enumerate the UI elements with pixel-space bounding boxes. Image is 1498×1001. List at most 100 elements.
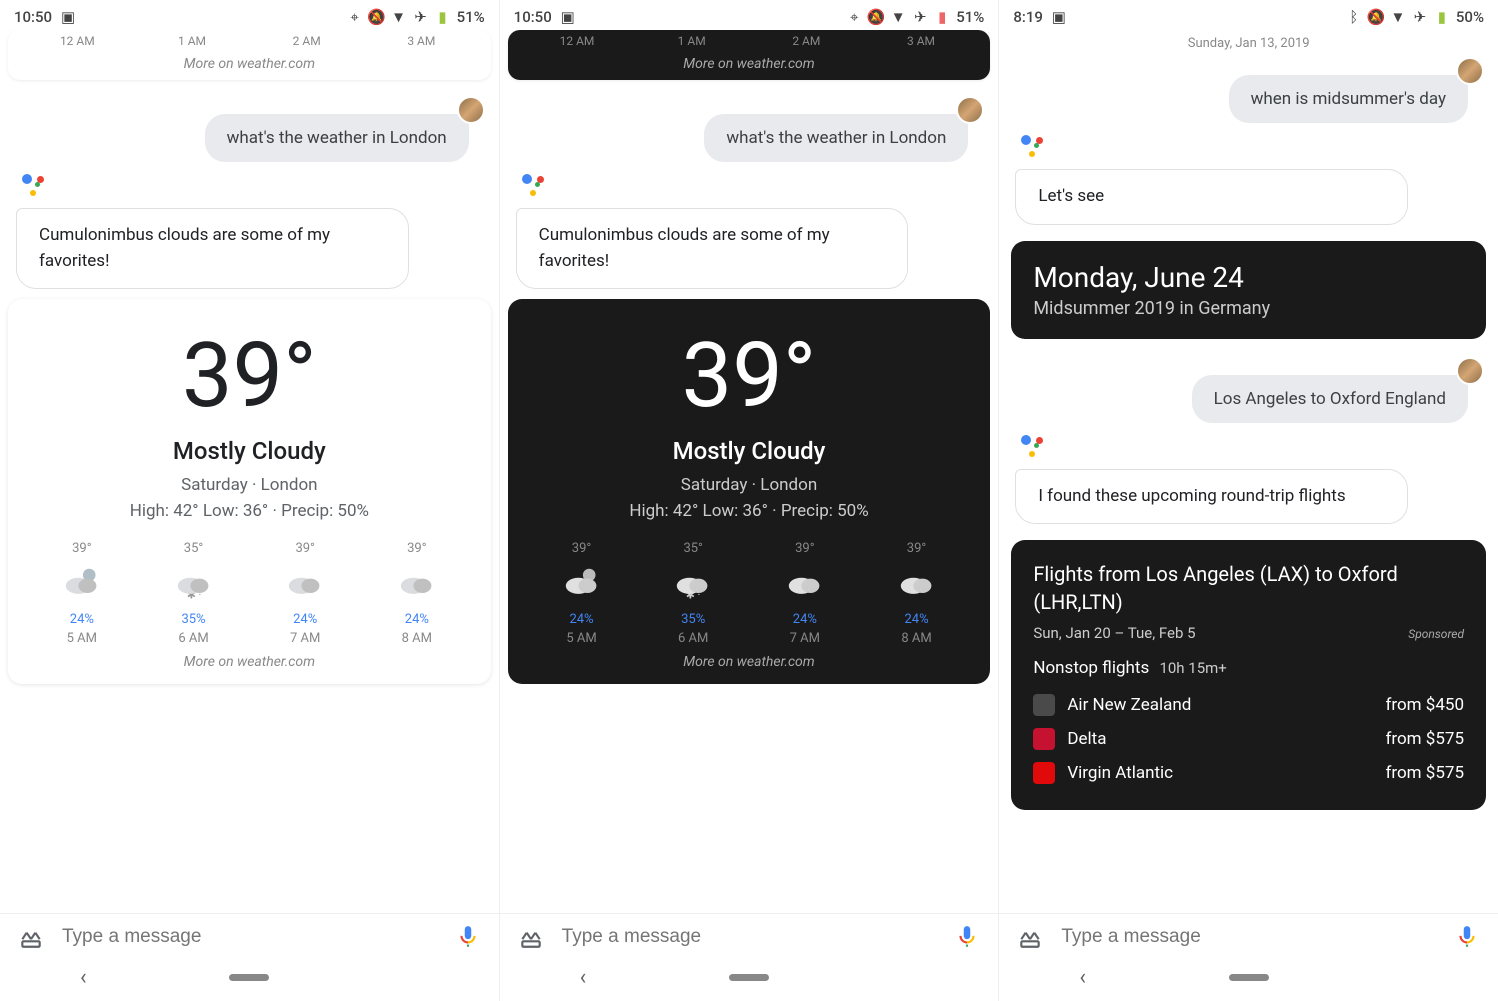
weather-card-top[interactable]: 12 AM 1 AM 2 AM 3 AM More on weather.com: [508, 30, 991, 80]
hourly-slot: 39°24%8 AM: [361, 541, 473, 646]
weather-card-top[interactable]: 12 AM 1 AM 2 AM 3 AM More on weather.com: [8, 30, 491, 80]
keyboard-icon[interactable]: [1017, 924, 1043, 950]
nav-bar: ‹: [0, 960, 499, 1001]
avatar[interactable]: [1456, 357, 1484, 385]
user-message: Los Angeles to Oxford England: [1192, 375, 1468, 423]
wifi-icon: ▼: [890, 9, 906, 25]
flight-row[interactable]: Virgin Atlanticfrom $575: [1033, 756, 1464, 790]
condition: Mostly Cloudy: [26, 437, 473, 465]
airline-name: Air New Zealand: [1067, 695, 1385, 715]
user-message: what's the weather in London: [205, 114, 469, 162]
flights-title: Flights from Los Angeles (LAX) to Oxford…: [1033, 560, 1464, 616]
more-link[interactable]: More on weather.com: [20, 56, 479, 72]
weather-icon: [361, 562, 473, 606]
temperature: 39°: [526, 323, 973, 437]
condition: Mostly Cloudy: [526, 437, 973, 465]
assistant-message: Let's see: [1015, 169, 1408, 225]
screen-3: 8:19 ▣ ᛒ 🔕 ▼ ✈ ▮ 50% Sunday, Jan 13, 201…: [998, 0, 1498, 1001]
flight-price: from $575: [1385, 729, 1464, 749]
message-input[interactable]: [562, 926, 937, 948]
user-message: what's the weather in London: [704, 114, 968, 162]
weather-icon: [26, 562, 138, 606]
wifi-icon: ▼: [1390, 9, 1406, 25]
dnd-icon: 🔕: [868, 9, 884, 25]
location: Saturday · London: [26, 475, 473, 495]
weather-icon: ✱ ·: [637, 562, 749, 606]
mic-icon[interactable]: [455, 924, 481, 950]
status-bar: 10:50 ▣ ⌖ 🔕 ▼ ✈ ▮ 51%: [500, 0, 999, 30]
input-bar: [0, 913, 499, 960]
hourly-slot: 39°24%8 AM: [861, 541, 973, 646]
more-link[interactable]: More on weather.com: [26, 654, 473, 670]
keyboard-icon[interactable]: [518, 924, 544, 950]
airline-name: Delta: [1067, 729, 1385, 749]
assistant-icon: [504, 170, 995, 202]
back-button[interactable]: ‹: [580, 965, 587, 990]
dnd-icon: 🔕: [1368, 9, 1384, 25]
sponsored-label: Sponsored: [1408, 627, 1464, 641]
hourly-slot: 39°24%7 AM: [749, 541, 861, 646]
hourly-slot: 39°24%5 AM: [526, 541, 638, 646]
message-input[interactable]: [62, 926, 437, 948]
wifi-icon: ▼: [391, 9, 407, 25]
date-card[interactable]: Monday, June 24 Midsummer 2019 in German…: [1011, 241, 1486, 339]
more-link[interactable]: More on weather.com: [520, 56, 979, 72]
airline-icon: [1033, 762, 1055, 784]
battery-icon: ▮: [934, 9, 950, 25]
more-link[interactable]: More on weather.com: [526, 654, 973, 670]
user-message: when is midsummer's day: [1229, 75, 1468, 123]
weather-card[interactable]: 39° Mostly Cloudy Saturday · London High…: [8, 299, 491, 684]
flight-price: from $575: [1385, 763, 1464, 783]
dnd-icon: 🔕: [369, 9, 385, 25]
home-pill[interactable]: [1229, 974, 1269, 981]
weather-card[interactable]: 39° Mostly Cloudy Saturday · London High…: [508, 299, 991, 684]
flight-row[interactable]: Air New Zealandfrom $450: [1033, 688, 1464, 722]
status-bar: 8:19 ▣ ᛒ 🔕 ▼ ✈ ▮ 50%: [999, 0, 1498, 30]
picture-icon: ▣: [560, 9, 576, 25]
nonstop-heading: Nonstop flights 10h 15m+: [1033, 658, 1464, 678]
hourly-forecast: 39°24%5 AM35°✱ ·35%6 AM39°24%7 AM39°24%8…: [526, 541, 973, 646]
avatar[interactable]: [1456, 57, 1484, 85]
weather-icon: [249, 562, 361, 606]
flight-row[interactable]: Deltafrom $575: [1033, 722, 1464, 756]
date-subtitle: Midsummer 2019 in Germany: [1033, 298, 1464, 319]
flights-date: Sun, Jan 20 – Tue, Feb 5: [1033, 624, 1195, 642]
mic-icon[interactable]: [1454, 924, 1480, 950]
weather-icon: ✱ ·: [138, 562, 250, 606]
location-icon: ⌖: [347, 9, 363, 25]
message-input[interactable]: [1061, 926, 1436, 948]
battery-text: 51%: [457, 8, 485, 26]
avatar[interactable]: [956, 96, 984, 124]
location-icon: ⌖: [846, 9, 862, 25]
back-button[interactable]: ‹: [1079, 965, 1086, 990]
assistant-message: I found these upcoming round-trip flight…: [1015, 469, 1408, 525]
high-low: High: 42° Low: 36° · Precip: 50%: [526, 501, 973, 521]
battery-text: 50%: [1456, 8, 1484, 26]
mic-icon[interactable]: [954, 924, 980, 950]
nav-bar: ‹: [500, 960, 999, 1001]
battery-icon: ▮: [1434, 9, 1450, 25]
assistant-icon: [1003, 431, 1494, 463]
hourly-slot: 39°24%7 AM: [249, 541, 361, 646]
flights-card[interactable]: Flights from Los Angeles (LAX) to Oxford…: [1011, 540, 1486, 810]
picture-icon: ▣: [1051, 9, 1067, 25]
assistant-message: Cumulonimbus clouds are some of my favor…: [516, 208, 909, 289]
airline-name: Virgin Atlantic: [1067, 763, 1385, 783]
airline-icon: [1033, 728, 1055, 750]
avatar[interactable]: [457, 96, 485, 124]
home-pill[interactable]: [229, 974, 269, 981]
home-pill[interactable]: [729, 974, 769, 981]
assistant-icon: [4, 170, 495, 202]
keyboard-icon[interactable]: [18, 924, 44, 950]
airline-icon: [1033, 694, 1055, 716]
airplane-icon: ✈: [1412, 9, 1428, 25]
hourly-slot: 39°24%5 AM: [26, 541, 138, 646]
assistant-icon: [1003, 131, 1494, 163]
status-time: 8:19: [1013, 8, 1043, 26]
bluetooth-icon: ᛒ: [1346, 9, 1362, 25]
back-button[interactable]: ‹: [80, 965, 87, 990]
screen-1: 10:50 ▣ ⌖ 🔕 ▼ ✈ ▮ 51% 12 AM 1 AM 2 AM 3 …: [0, 0, 499, 1001]
airplane-icon: ✈: [413, 9, 429, 25]
status-time: 10:50: [514, 8, 552, 26]
input-bar: [999, 913, 1498, 960]
